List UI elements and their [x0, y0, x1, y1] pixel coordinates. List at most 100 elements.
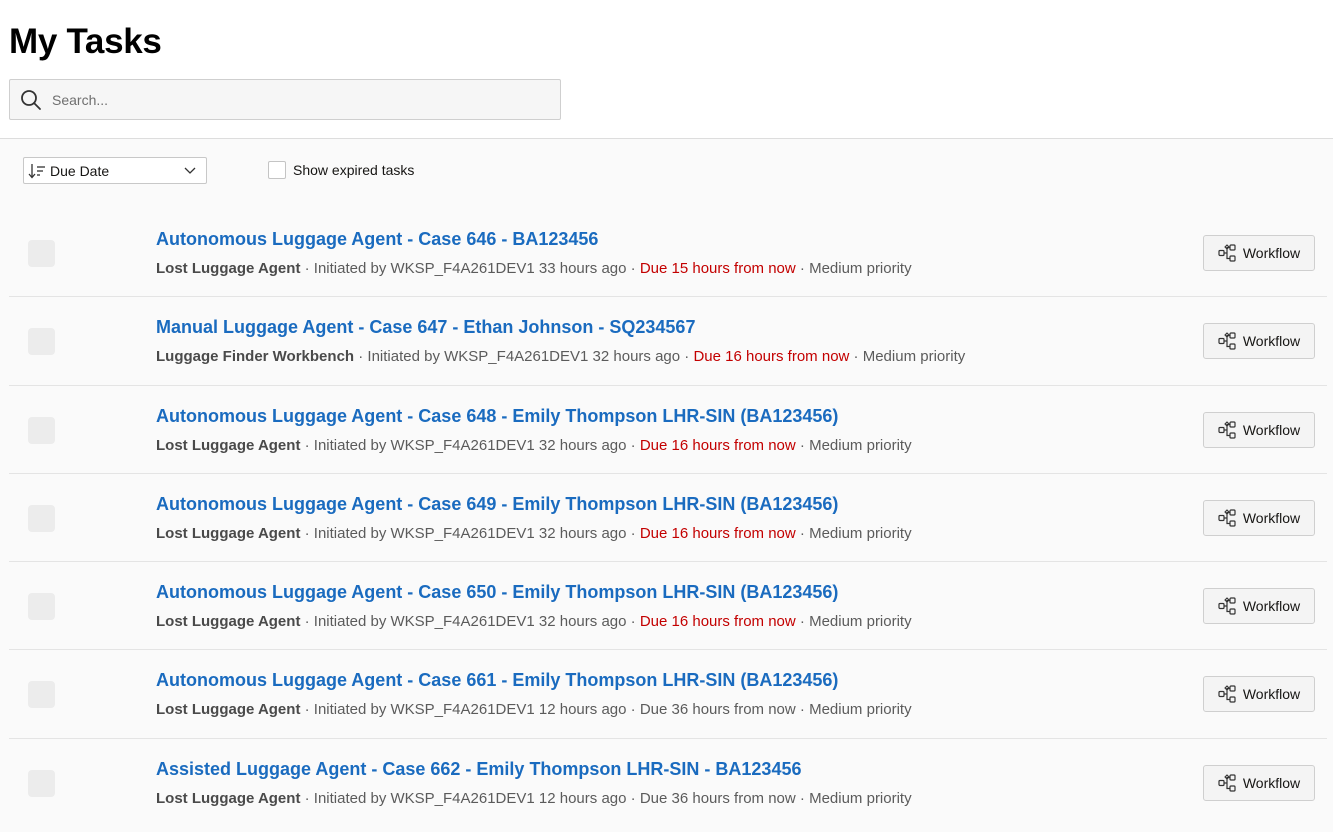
task-row: Autonomous Luggage Agent - Case 650 - Em… [9, 562, 1327, 651]
workflow-button-label: Workflow [1242, 245, 1301, 261]
task-title-link[interactable]: Autonomous Luggage Agent - Case 661 - Em… [156, 670, 838, 691]
task-application: Lost Luggage Agent [156, 524, 301, 542]
meta-separator: · [626, 524, 640, 542]
task-meta: Lost Luggage Agent · Initiated by WKSP_F… [156, 260, 912, 277]
sort-label: Due Date [50, 162, 110, 179]
task-application: Lost Luggage Agent [156, 789, 301, 807]
task-priority: Medium priority [809, 613, 912, 631]
workflow-diagram-icon [1218, 332, 1236, 350]
workflow-button-label: Workflow [1242, 774, 1301, 791]
workflow-button-label: Workflow [1242, 686, 1301, 703]
workflow-button[interactable]: Workflow [1203, 764, 1315, 801]
meta-separator: · [626, 613, 640, 631]
task-initiated: Initiated by WKSP_F4A261DEV1 32 hours ag… [313, 613, 627, 631]
task-title-link[interactable]: Autonomous Luggage Agent - Case 650 - Em… [156, 582, 838, 603]
workflow-button[interactable]: Workflow [1203, 235, 1315, 271]
workflow-button-label: Workflow [1242, 333, 1301, 350]
task-meta: Lost Luggage Agent · Initiated by WKSP_F… [156, 613, 912, 630]
show-expired-toggle[interactable]: Show expired tasks [268, 161, 414, 179]
page-title: My Tasks [9, 22, 162, 61]
show-expired-checkbox[interactable] [268, 161, 286, 179]
meta-separator: · [680, 348, 694, 366]
task-initiated: Initiated by WKSP_F4A261DEV1 33 hours ag… [313, 260, 627, 277]
task-initiated: Initiated by WKSP_F4A261DEV1 32 hours ag… [313, 436, 627, 454]
workflow-button[interactable]: Workflow [1203, 411, 1315, 448]
sort-select[interactable]: Due Date [23, 157, 207, 184]
workflow-button[interactable]: Workflow [1203, 588, 1315, 625]
task-row: Autonomous Luggage Agent - Case 648 - Em… [9, 386, 1327, 474]
task-title-link[interactable]: Autonomous Luggage Agent - Case 648 - Em… [156, 406, 838, 427]
task-application: Lost Luggage Agent [156, 436, 301, 454]
task-title-link[interactable]: Autonomous Luggage Agent - Case 649 - Em… [156, 494, 838, 515]
workflow-button[interactable]: Workflow [1203, 676, 1315, 713]
task-application: Lost Luggage Agent [156, 613, 301, 631]
search-input[interactable] [52, 91, 532, 108]
meta-separator: · [795, 789, 810, 807]
workflow-diagram-icon [1218, 420, 1236, 439]
task-initiated: Initiated by WKSP_F4A261DEV1 32 hours ag… [367, 348, 681, 366]
chevron-down-icon [184, 167, 196, 175]
task-initiated: Initiated by WKSP_F4A261DEV1 12 hours ag… [313, 701, 627, 719]
task-select-checkbox[interactable] [28, 240, 55, 267]
workflow-diagram-icon [1218, 597, 1236, 615]
toolbar: Due Date Show expired tasks [0, 139, 1333, 209]
task-title-link[interactable]: Autonomous Luggage Agent - Case 646 - BA… [156, 229, 598, 250]
task-select-checkbox[interactable] [28, 416, 55, 444]
meta-separator: · [300, 436, 314, 454]
workflow-diagram-icon [1218, 774, 1236, 792]
task-row: Autonomous Luggage Agent - Case 649 - Em… [9, 474, 1327, 563]
task-application: Lost Luggage Agent [156, 701, 301, 719]
workflow-button[interactable]: Workflow [1203, 323, 1315, 360]
workflow-button-label: Workflow [1242, 509, 1301, 526]
task-select-checkbox[interactable] [28, 504, 55, 532]
workflow-button[interactable]: Workflow [1203, 499, 1315, 536]
task-row: Autonomous Luggage Agent - Case 661 - Em… [9, 650, 1327, 739]
meta-separator: · [300, 524, 314, 542]
page-header: My Tasks [0, 0, 1333, 139]
meta-separator: · [795, 436, 810, 454]
task-priority: Medium priority [809, 436, 912, 454]
task-initiated: Initiated by WKSP_F4A261DEV1 32 hours ag… [313, 524, 627, 542]
meta-separator: · [300, 789, 314, 807]
task-title-link[interactable]: Assisted Luggage Agent - Case 662 - Emil… [156, 759, 801, 780]
task-priority: Medium priority [809, 701, 912, 719]
task-meta: Luggage Finder Workbench · Initiated by … [156, 348, 965, 365]
task-priority: Medium priority [809, 524, 912, 542]
meta-separator: · [626, 789, 640, 807]
meta-separator: · [795, 701, 810, 719]
workflow-button-label: Workflow [1242, 421, 1301, 438]
task-due: Due 16 hours from now [693, 348, 850, 366]
task-meta: Lost Luggage Agent · Initiated by WKSP_F… [156, 437, 912, 454]
task-due: Due 36 hours from now [639, 701, 796, 719]
task-select-checkbox[interactable] [28, 593, 55, 621]
show-expired-label: Show expired tasks [293, 162, 415, 178]
task-select-checkbox[interactable] [28, 328, 55, 356]
meta-separator: · [849, 348, 863, 366]
meta-separator: · [300, 260, 314, 277]
task-due: Due 16 hours from now [639, 613, 796, 631]
workflow-diagram-icon [1218, 244, 1236, 262]
task-row: Assisted Luggage Agent - Case 662 - Emil… [9, 739, 1327, 827]
task-initiated: Initiated by WKSP_F4A261DEV1 12 hours ag… [313, 789, 627, 807]
meta-separator: · [626, 701, 640, 719]
task-due: Due 16 hours from now [639, 524, 796, 542]
task-due: Due 36 hours from now [639, 789, 796, 807]
task-meta: Lost Luggage Agent · Initiated by WKSP_F… [156, 525, 912, 542]
task-list: Autonomous Luggage Agent - Case 646 - BA… [0, 209, 1333, 827]
task-title-link[interactable]: Manual Luggage Agent - Case 647 - Ethan … [156, 317, 695, 338]
sort-descending-icon [28, 163, 46, 179]
meta-separator: · [795, 260, 810, 277]
workflow-diagram-icon [1218, 509, 1236, 527]
task-application: Luggage Finder Workbench [156, 348, 355, 366]
task-application: Lost Luggage Agent [156, 260, 301, 277]
search-box[interactable] [9, 79, 561, 120]
workflow-diagram-icon [1218, 685, 1236, 704]
meta-separator: · [300, 701, 314, 719]
task-select-checkbox[interactable] [28, 681, 55, 709]
meta-separator: · [354, 348, 368, 366]
task-select-checkbox[interactable] [28, 769, 55, 797]
task-priority: Medium priority [809, 260, 912, 277]
meta-separator: · [300, 613, 314, 631]
task-meta: Lost Luggage Agent · Initiated by WKSP_F… [156, 701, 912, 718]
task-row: Autonomous Luggage Agent - Case 646 - BA… [9, 209, 1327, 298]
